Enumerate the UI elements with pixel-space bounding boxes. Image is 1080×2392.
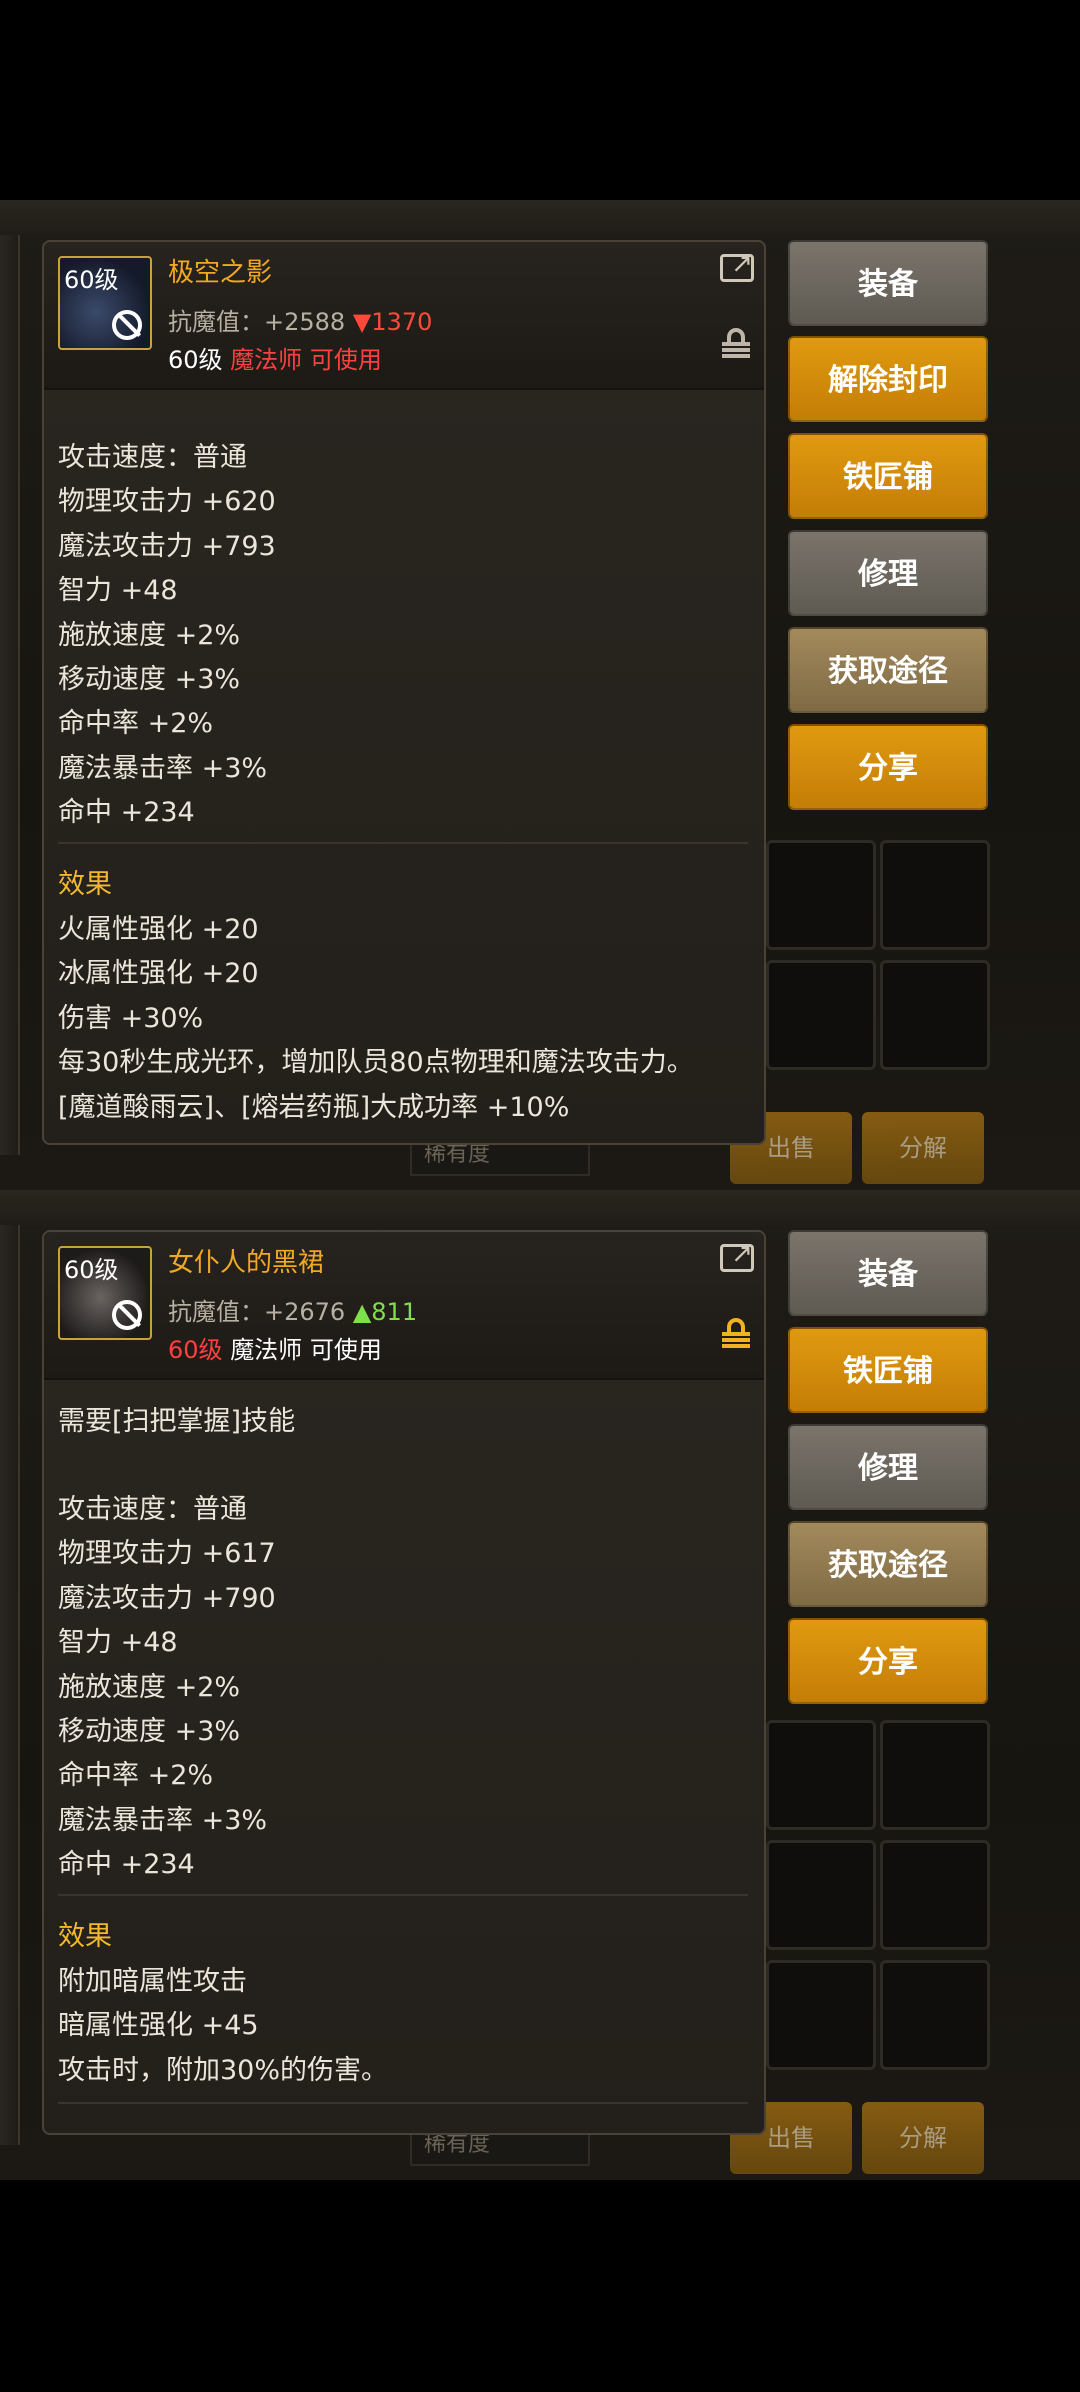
obtain-source-button[interactable]: 获取途径 (788, 627, 988, 713)
stat-line: 智力 +48 (58, 575, 178, 607)
lock-icon[interactable] (722, 1318, 750, 1350)
requirement-line: 60级 魔法师 可使用 (168, 1330, 382, 1365)
inventory-slot[interactable] (766, 1960, 876, 2070)
item-tooltip-screen-1: 稀有度 出售 分解 60级 极空之影 抗魔值：+2588 ▼1370 60级 魔… (0, 200, 1080, 1190)
effect-line: 每30秒生成光环，增加队员80点物理和魔法攻击力。 (58, 1047, 694, 1079)
background-top-bar (0, 1190, 1080, 1230)
blacksmith-button[interactable]: 铁匠铺 (788, 433, 988, 519)
lock-icon[interactable] (722, 328, 750, 360)
item-tooltip-panel: 60级 极空之影 抗魔值：+2588 ▼1370 60级 魔法师 可使用 攻击速… (42, 240, 766, 1145)
resist-delta: ▲811 (352, 1298, 418, 1326)
stat-line: 命中率 +2% (58, 1760, 214, 1792)
req-level: 60级 (168, 1336, 223, 1364)
share-icon[interactable] (720, 249, 754, 282)
stat-line: 智力 +48 (58, 1627, 178, 1659)
section-divider (58, 2102, 748, 2104)
req-usable: 可使用 (309, 346, 382, 374)
decompose-button[interactable]: 分解 (862, 1112, 984, 1184)
background-left-panel (0, 1225, 20, 2145)
effect-list: 火属性强化 +20 冰属性强化 +20 伤害 +30% 每30秒生成光环，增加队… (58, 908, 694, 1130)
effect-line: 火属性强化 +20 (58, 914, 259, 945)
stat-line: 施放速度 +2% (58, 619, 241, 651)
effects-title: 效果 (58, 869, 112, 900)
inventory-slot[interactable] (766, 840, 876, 950)
inventory-slot[interactable] (766, 1720, 876, 1830)
stat-line: 魔法暴击率 +3% (58, 1804, 268, 1836)
item-thumbnail: 60级 (58, 256, 152, 350)
stat-line: 攻击速度：普通 (58, 442, 247, 473)
req-class: 魔法师 (230, 1336, 303, 1364)
item-name: 女仆人的黑裙 (168, 1248, 325, 1278)
section-divider (58, 842, 748, 844)
section-divider (58, 1894, 748, 1896)
effect-line: [魔道酸雨云]、[熔岩药瓶]大成功率 +10% (58, 1091, 570, 1123)
skill-requirement: 需要[扫把掌握]技能 (58, 1400, 295, 1444)
repair-button[interactable]: 修理 (788, 530, 988, 616)
item-tooltip-screen-2: 稀有度 出售 分解 60级 女仆人的黑裙 抗魔值：+2676 ▲811 60级 … (0, 1190, 1080, 2180)
equip-button[interactable]: 装备 (788, 1230, 988, 1316)
resist-delta: ▼1370 (352, 308, 433, 336)
requirement-line: 60级 魔法师 可使用 (168, 340, 382, 375)
resist-value: 抗魔值：+2676 ▲811 (168, 1298, 418, 1326)
stat-list: 攻击速度：普通 物理攻击力 +617 魔法攻击力 +790 智力 +48 施放速… (58, 1488, 276, 1888)
equip-button[interactable]: 装备 (788, 240, 988, 326)
obtain-source-button[interactable]: 获取途径 (788, 1521, 988, 1607)
share-button[interactable]: 分享 (788, 724, 988, 810)
inventory-slot[interactable] (880, 1720, 990, 1830)
background-left-panel (0, 235, 20, 1155)
repair-button[interactable]: 修理 (788, 1424, 988, 1510)
resist-value: 抗魔值：+2588 ▼1370 (168, 308, 433, 336)
inventory-slot[interactable] (880, 960, 990, 1070)
inventory-slot[interactable] (766, 1840, 876, 1950)
inventory-slot[interactable] (880, 1840, 990, 1950)
stat-line: 魔法攻击力 +790 (58, 1582, 276, 1614)
item-name: 极空之影 (168, 258, 273, 288)
item-header: 60级 极空之影 抗魔值：+2588 ▼1370 60级 魔法师 可使用 (44, 242, 764, 390)
unusable-icon (112, 1300, 142, 1330)
stat-line: 移动速度 +3% (58, 663, 241, 695)
effect-line: 暗属性强化 +45 (58, 2010, 259, 2042)
req-usable: 可使用 (309, 1336, 382, 1364)
req-level: 60级 (168, 346, 223, 374)
effect-line: 冰属性强化 +20 (58, 958, 259, 990)
stat-line: 命中 +234 (58, 1849, 195, 1881)
share-icon[interactable] (720, 1239, 754, 1272)
effect-list: 附加暗属性攻击 暗属性强化 +45 攻击时，附加30%的伤害。 (58, 1960, 388, 2093)
inventory-slot[interactable] (766, 960, 876, 1070)
share-button[interactable]: 分享 (788, 1618, 988, 1704)
stat-line: 命中率 +2% (58, 708, 214, 740)
skill-requirement-text: 需要[扫把掌握]技能 (58, 1406, 296, 1437)
stat-line: 施放速度 +2% (58, 1671, 241, 1703)
item-tooltip-panel: 60级 女仆人的黑裙 抗魔值：+2676 ▲811 60级 魔法师 可使用 需要… (42, 1230, 766, 2135)
effects-title: 效果 (58, 1921, 112, 1952)
stat-line: 物理攻击力 +620 (58, 486, 276, 518)
stat-line: 命中 +234 (58, 797, 195, 829)
stat-line: 魔法攻击力 +793 (58, 530, 276, 562)
inventory-slot[interactable] (880, 840, 990, 950)
item-header: 60级 女仆人的黑裙 抗魔值：+2676 ▲811 60级 魔法师 可使用 (44, 1232, 764, 1380)
item-level-badge: 60级 (64, 266, 119, 294)
item-thumbnail: 60级 (58, 1246, 152, 1340)
stat-line: 移动速度 +3% (58, 1715, 241, 1747)
inventory-slot[interactable] (880, 1960, 990, 2070)
stat-line: 攻击速度：普通 (58, 1494, 247, 1525)
unusable-icon (112, 310, 142, 340)
background-top-bar (0, 200, 1080, 240)
item-level-badge: 60级 (64, 1256, 119, 1284)
effect-line: 攻击时，附加30%的伤害。 (58, 2054, 389, 2086)
decompose-button[interactable]: 分解 (862, 2102, 984, 2174)
stat-line: 物理攻击力 +617 (58, 1538, 276, 1570)
effect-line: 附加暗属性攻击 (58, 1966, 247, 1997)
blacksmith-button[interactable]: 铁匠铺 (788, 1327, 988, 1413)
effect-line: 伤害 +30% (58, 1002, 204, 1034)
stat-line: 魔法暴击率 +3% (58, 752, 268, 784)
stat-list: 攻击速度：普通 物理攻击力 +620 魔法攻击力 +793 智力 +48 施放速… (58, 436, 276, 836)
req-class: 魔法师 (230, 346, 303, 374)
unseal-button[interactable]: 解除封印 (788, 336, 988, 422)
